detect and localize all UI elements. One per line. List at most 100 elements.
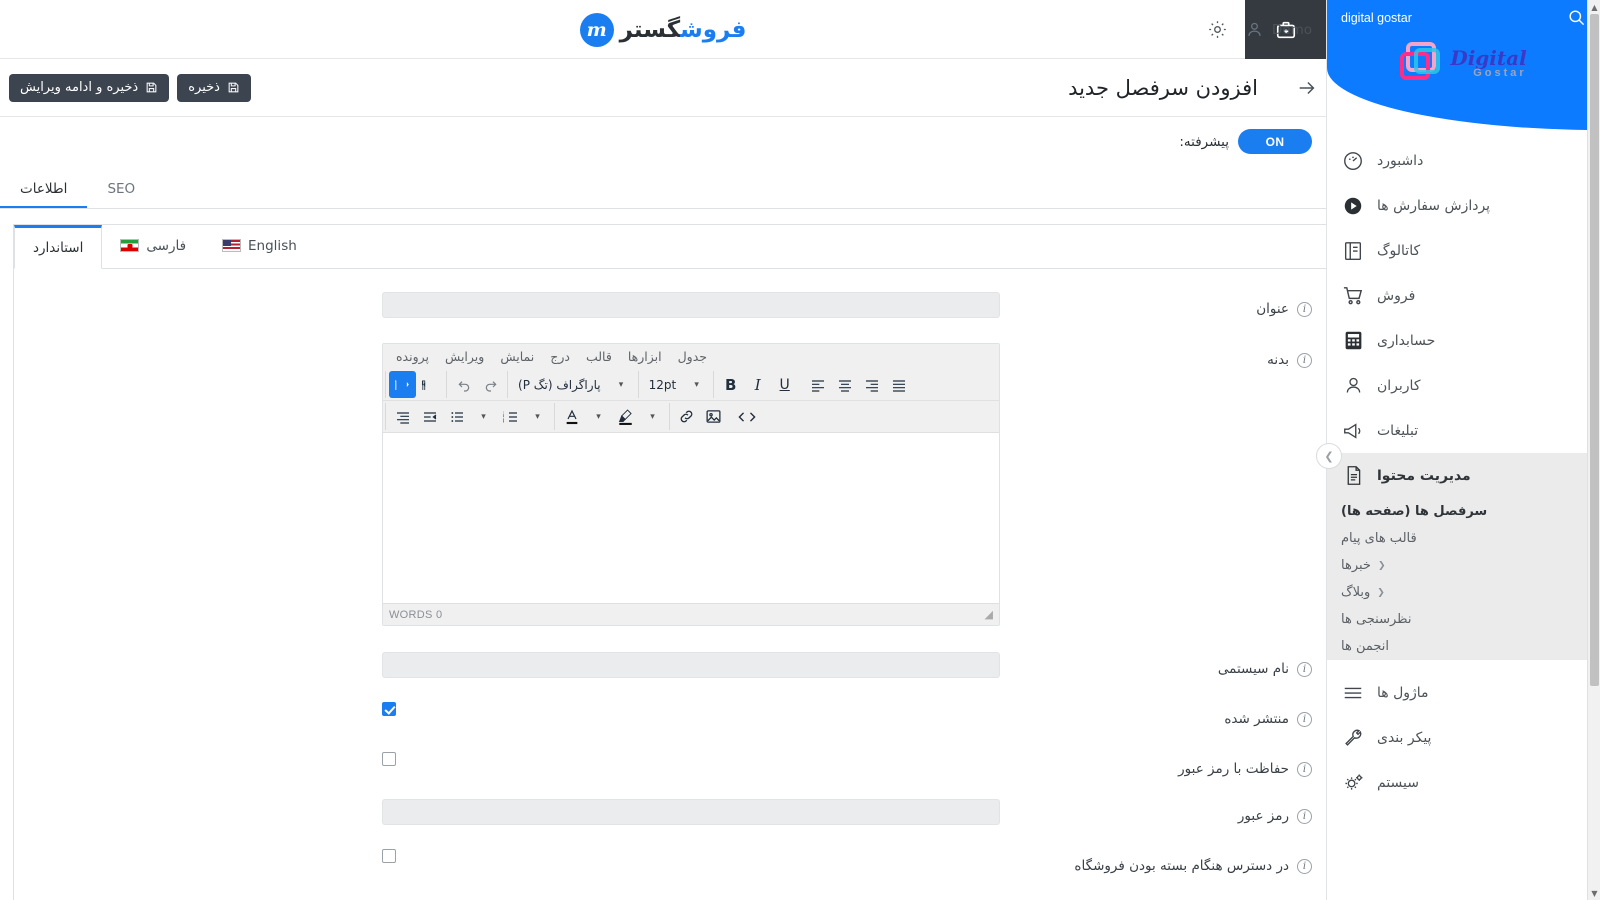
underline-icon[interactable]: U — [771, 371, 798, 398]
sidebar-collapse-button[interactable]: ❯ — [1316, 443, 1342, 469]
play-circle-icon — [1341, 195, 1365, 217]
sidebar-item-accounting[interactable]: حسابداری — [1327, 318, 1600, 363]
align-left-icon[interactable] — [804, 371, 831, 398]
sidebar-item-order-processing[interactable]: پردازش سفارش ها — [1327, 183, 1600, 228]
lang-tab-farsi[interactable]: فارسی — [102, 225, 204, 268]
sidebar-item-configuration[interactable]: پیکر بندی — [1327, 715, 1600, 760]
published-checkbox[interactable] — [382, 702, 396, 716]
chevron-down-icon[interactable]: ▾ — [683, 371, 710, 398]
editor-font-size-select[interactable]: 12pt — [642, 371, 684, 398]
align-center-icon[interactable] — [831, 371, 858, 398]
sidebar-item-users[interactable]: کاربران — [1327, 363, 1600, 408]
scroll-down-arrow-icon[interactable]: ▼ — [1588, 886, 1600, 900]
chevron-down-icon[interactable]: ▾ — [524, 403, 551, 430]
italic-icon[interactable]: I — [744, 371, 771, 398]
align-justify-icon[interactable] — [885, 371, 912, 398]
editor-menu-format[interactable]: قالب — [579, 347, 619, 366]
tab-information[interactable]: اطلاعات — [0, 183, 87, 209]
svg-text:¶: ¶ — [395, 378, 398, 392]
editor-content-area[interactable] — [383, 433, 999, 603]
info-icon[interactable]: i — [1297, 809, 1312, 824]
sidebar-item-label: تبلیغات — [1377, 423, 1418, 439]
editor-format-block-select[interactable]: پاراگراف (تگ P) — [511, 371, 608, 398]
sidebar-subitem-surveys[interactable]: نظرسنجی ها — [1327, 606, 1600, 633]
editor-resize-handle[interactable]: ◢ — [985, 608, 993, 621]
chevron-down-icon[interactable]: ▾ — [585, 403, 612, 430]
document-lines-icon — [1341, 465, 1365, 486]
sidebar-subitem-news[interactable]: خبرها ❮ — [1327, 552, 1600, 579]
sidebar-scrollbar[interactable]: ▲ ▼ — [1587, 0, 1600, 900]
sidebar-item-label: سیستم — [1377, 775, 1419, 791]
arrow-right-icon[interactable] — [1288, 69, 1326, 107]
gear-icon[interactable] — [1190, 0, 1245, 59]
sidebar-subitem-blog[interactable]: وبلاگ ❮ — [1327, 579, 1600, 606]
tab-seo[interactable]: SEO — [87, 183, 155, 209]
password-protect-checkbox[interactable] — [382, 752, 396, 766]
undo-icon[interactable] — [450, 371, 477, 398]
lang-tab-english[interactable]: English — [204, 225, 315, 268]
user-menu[interactable]: Demo — [1245, 0, 1312, 59]
numbered-list-icon[interactable]: 1 2 3 — [497, 403, 524, 430]
sidebar-brand-label: digital gostar — [1341, 11, 1412, 25]
text-color-icon[interactable] — [558, 403, 585, 430]
chevron-down-icon[interactable]: ▾ — [608, 371, 635, 398]
editor-menu-view[interactable]: نمایش — [493, 347, 541, 366]
ltr-paragraph-icon[interactable]: ¶ — [416, 371, 443, 398]
info-icon[interactable]: i — [1297, 859, 1312, 874]
sidebar-item-dashboard[interactable]: داشبورد — [1327, 138, 1600, 183]
password-input[interactable] — [382, 799, 1000, 825]
page-title-group: افزودن سرفصل جدید — [1058, 59, 1326, 117]
scroll-up-arrow-icon[interactable]: ▲ — [1588, 0, 1600, 14]
sidebar-item-catalog[interactable]: کاتالوگ — [1327, 228, 1600, 273]
available-when-closed-checkbox[interactable] — [382, 849, 396, 863]
form-row-password: i رمز عبور — [14, 799, 1326, 833]
rtl-paragraph-icon[interactable]: ¶ — [389, 371, 416, 398]
lang-tab-english-label: English — [248, 238, 297, 254]
highlight-color-icon[interactable] — [612, 403, 639, 430]
sidebar-subitem-label: خبرها — [1341, 558, 1371, 573]
chevron-down-icon[interactable]: ▾ — [470, 403, 497, 430]
editor-menu-edit[interactable]: ویرایش — [438, 347, 491, 366]
insert-link-icon[interactable] — [673, 403, 700, 430]
scrollbar-thumb[interactable] — [1590, 14, 1599, 686]
editor-menu-insert[interactable]: درج — [543, 347, 577, 366]
save-continue-button[interactable]: ذخیره و ادامه ویرایش — [9, 74, 169, 102]
align-right-list-icon[interactable] — [389, 403, 416, 430]
source-code-icon[interactable] — [733, 403, 760, 430]
sidebar-item-advertising[interactable]: تبلیغات — [1327, 408, 1600, 453]
sidebar-item-content-management[interactable]: مدیریت محتوا — [1327, 453, 1600, 498]
bold-icon[interactable]: B — [717, 371, 744, 398]
sidebar-item-sales[interactable]: فروش — [1327, 273, 1600, 318]
editor-toolbar-row-2: ▾ 1 2 3 ▾ — [383, 401, 999, 433]
info-icon[interactable]: i — [1297, 302, 1312, 317]
sidebar-subitem-message-templates[interactable]: قالب های پیام — [1327, 525, 1600, 552]
bullet-list-icon[interactable] — [443, 403, 470, 430]
sidebar-item-system[interactable]: سیستم — [1327, 760, 1600, 805]
save-label: ذخیره — [188, 80, 220, 95]
chevron-down-icon[interactable]: ▾ — [639, 403, 666, 430]
title-input[interactable] — [382, 292, 1000, 318]
sidebar-subitem-pages[interactable]: سرفصل ها (صفحه ها) — [1327, 498, 1600, 525]
info-icon[interactable]: i — [1297, 762, 1312, 777]
editor-toolbar-row-1: ¶ ¶ — [383, 369, 999, 401]
indent-icon[interactable] — [416, 403, 443, 430]
sidebar-nav: داشبورد پردازش سفارش ها کاتالوگ — [1327, 130, 1600, 805]
system-name-input[interactable] — [382, 652, 1000, 678]
editor-menu-table[interactable]: جدول — [671, 347, 714, 366]
info-icon[interactable]: i — [1297, 662, 1312, 677]
advanced-toggle[interactable]: ON — [1238, 129, 1312, 154]
save-button[interactable]: ذخیره — [177, 74, 251, 102]
sidebar-logo-mark-icon — [1400, 40, 1446, 86]
insert-image-icon[interactable] — [700, 403, 727, 430]
sidebar-item-label: داشبورد — [1377, 153, 1423, 169]
editor-menu-tools[interactable]: ابزارها — [621, 347, 669, 366]
info-icon[interactable]: i — [1297, 712, 1312, 727]
align-right-icon[interactable] — [858, 371, 885, 398]
editor-menu-file[interactable]: پرونده — [389, 347, 436, 366]
search-icon[interactable] — [1567, 8, 1586, 27]
redo-icon[interactable] — [477, 371, 504, 398]
sidebar-subitem-forums[interactable]: انجمن ها — [1327, 633, 1600, 660]
lang-tab-standard[interactable]: استاندارد — [14, 225, 102, 269]
sidebar-item-modules[interactable]: ماژول ها — [1327, 670, 1600, 715]
info-icon[interactable]: i — [1297, 353, 1312, 368]
